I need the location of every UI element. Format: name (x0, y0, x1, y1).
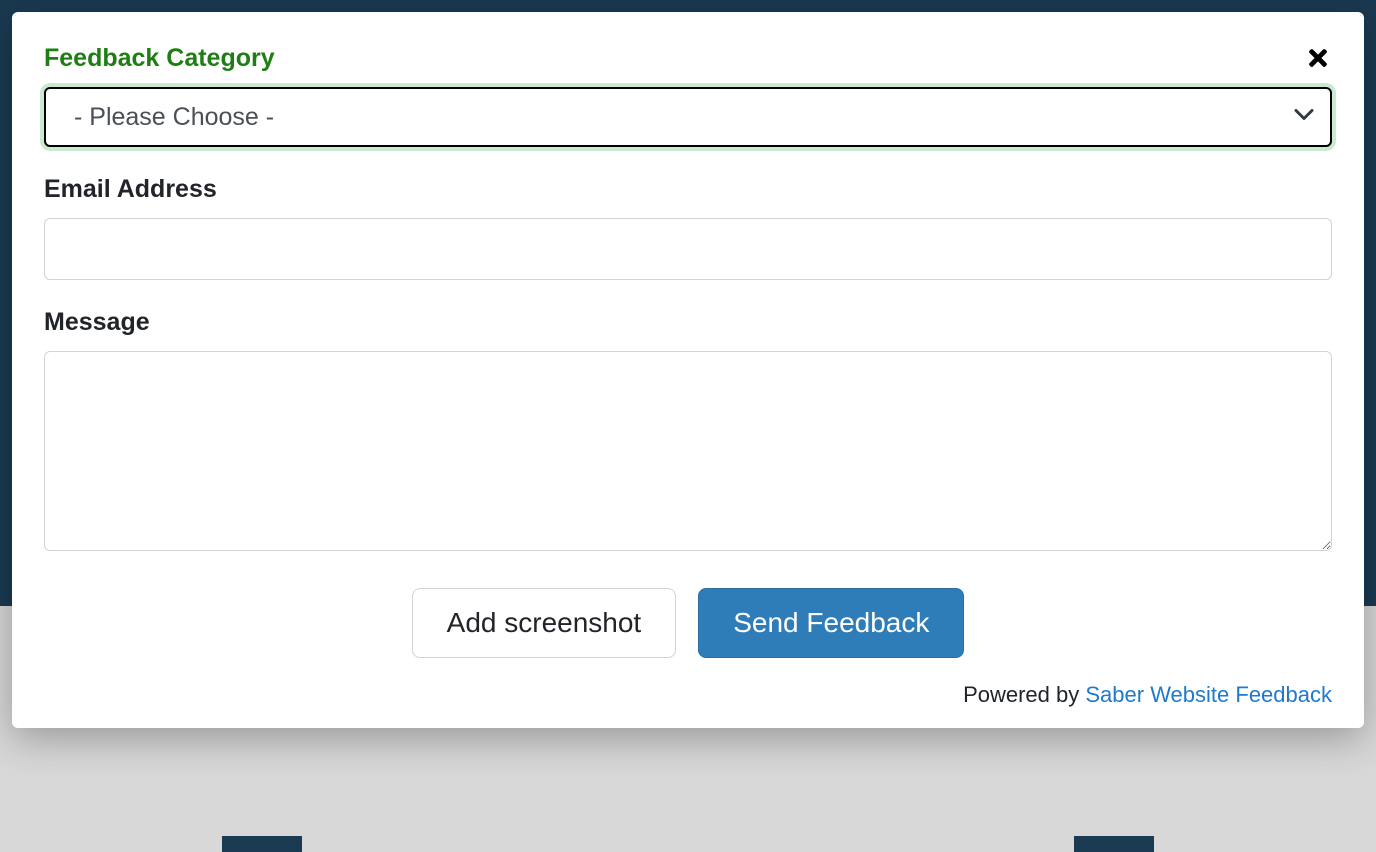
powered-by-text: Powered by (963, 682, 1085, 707)
category-group: Feedback Category - Please Choose - (44, 44, 1332, 147)
category-select[interactable]: - Please Choose - (44, 87, 1332, 147)
category-select-wrapper: - Please Choose - (44, 87, 1332, 147)
email-group: Email Address (44, 175, 1332, 280)
background-accent-1 (222, 836, 302, 852)
email-field[interactable] (44, 218, 1332, 280)
send-feedback-button[interactable]: Send Feedback (698, 588, 964, 658)
saber-link[interactable]: Saber Website Feedback (1085, 682, 1332, 707)
footer: Powered by Saber Website Feedback (44, 682, 1332, 708)
feedback-modal: Feedback Category - Please Choose - Emai… (12, 12, 1364, 728)
background-accent-2 (1074, 836, 1154, 852)
message-field[interactable] (44, 351, 1332, 551)
message-label: Message (44, 308, 1332, 337)
close-icon[interactable] (1304, 44, 1332, 72)
button-row: Add screenshot Send Feedback (44, 588, 1332, 658)
message-group: Message (44, 308, 1332, 556)
category-label: Feedback Category (44, 44, 1332, 73)
add-screenshot-button[interactable]: Add screenshot (412, 588, 677, 658)
email-label: Email Address (44, 175, 1332, 204)
